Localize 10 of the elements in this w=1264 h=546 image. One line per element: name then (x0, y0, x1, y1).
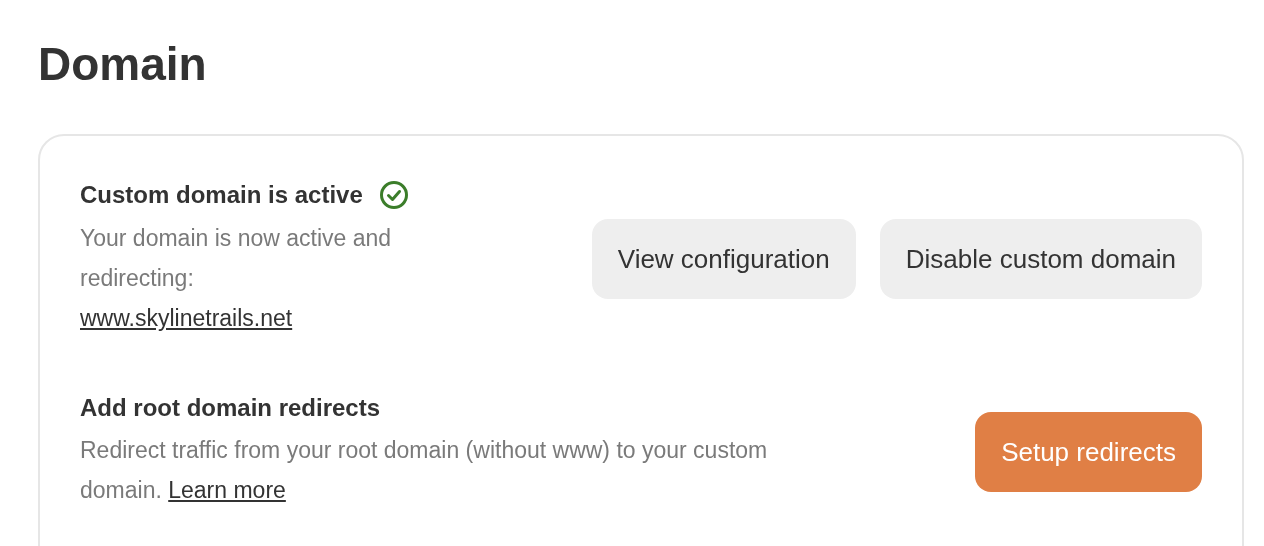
check-circle-icon (378, 180, 409, 210)
page-title: Domain (38, 37, 208, 92)
section-description: Redirect traffic from your root domain (without www) to your custom domain. Learn more (80, 436, 769, 505)
domain-link[interactable]: www.skylinetrails.net (80, 298, 293, 338)
section-title: Add root domain redirects (80, 394, 381, 422)
secondary-button[interactable]: Disable custom domain (879, 219, 1202, 299)
section-title: Custom domain is active (80, 181, 363, 209)
section-description: Your domain is now active and redirecting: (80, 224, 393, 293)
learn-more-link[interactable]: Learn more (168, 477, 286, 503)
secondary-button[interactable]: View configuration (591, 219, 856, 299)
